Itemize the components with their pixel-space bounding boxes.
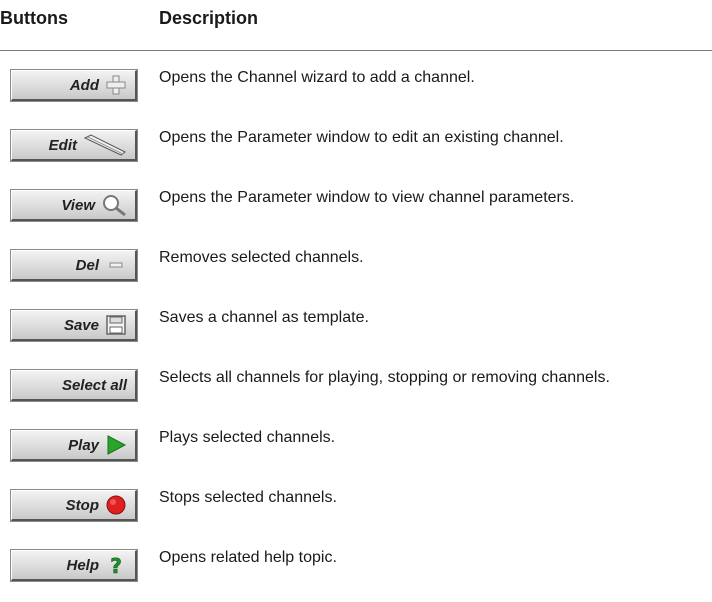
select-all-button-label: Select all: [61, 376, 127, 394]
del-description: Removes selected channels.: [159, 249, 364, 266]
svg-text:?: ?: [110, 554, 122, 576]
help-button[interactable]: Help ?: [10, 549, 138, 582]
play-button-label: Play: [68, 436, 99, 454]
stop-description: Stops selected channels.: [159, 489, 337, 506]
pencil-icon: [83, 134, 127, 156]
view-description: Opens the Parameter window to view chann…: [159, 189, 575, 206]
view-button[interactable]: View: [10, 189, 138, 222]
play-description: Plays selected channels.: [159, 429, 336, 446]
table-row: Save Saves a channel as template.: [0, 302, 712, 362]
save-description: Saves a channel as template.: [159, 309, 369, 326]
table-row: Select all Selects all channels for play…: [0, 362, 712, 422]
play-triangle-icon: [105, 434, 127, 456]
del-button-label: Del: [75, 256, 99, 274]
stop-button-label: Stop: [65, 496, 99, 514]
table-row: View Opens the Parameter window to view …: [0, 182, 712, 242]
edit-description: Opens the Parameter window to edit an ex…: [159, 129, 564, 146]
edit-button-label: Edit: [48, 136, 77, 154]
header-description: Description: [159, 8, 259, 28]
edit-button[interactable]: Edit: [10, 129, 138, 162]
minus-icon: [105, 254, 127, 276]
plus-icon: [105, 74, 127, 96]
save-button-label: Save: [63, 316, 99, 334]
table-row: Edit Opens the Parameter window to edit …: [0, 122, 712, 182]
save-button[interactable]: Save: [10, 309, 138, 342]
stop-circle-icon: [105, 494, 127, 516]
stop-button[interactable]: Stop: [10, 489, 138, 522]
floppy-disk-icon: [105, 314, 127, 336]
magnifier-icon: [101, 194, 127, 216]
table-row: Help ? Opens related help topic.: [0, 542, 712, 602]
table-row: Play Plays selected channels.: [0, 422, 712, 482]
help-description: Opens related help topic.: [159, 549, 337, 566]
del-button[interactable]: Del: [10, 249, 138, 282]
play-button[interactable]: Play: [10, 429, 138, 462]
select-all-button[interactable]: Select all: [10, 369, 138, 402]
add-button-label: Add: [69, 76, 99, 94]
table-row: Add Opens the Channel wizard to add a ch…: [0, 62, 712, 122]
view-button-label: View: [61, 196, 95, 214]
select-all-description: Selects all channels for playing, stoppi…: [159, 369, 610, 386]
question-mark-icon: ?: [105, 554, 127, 576]
add-description: Opens the Channel wizard to add a channe…: [159, 69, 475, 86]
table-header: Buttons Description: [0, 0, 712, 51]
add-button[interactable]: Add: [10, 69, 138, 102]
help-button-label: Help: [66, 556, 99, 574]
table-row: Stop Stops selected channels.: [0, 482, 712, 542]
header-buttons: Buttons: [0, 8, 68, 28]
table-row: Del Removes selected channels.: [0, 242, 712, 302]
